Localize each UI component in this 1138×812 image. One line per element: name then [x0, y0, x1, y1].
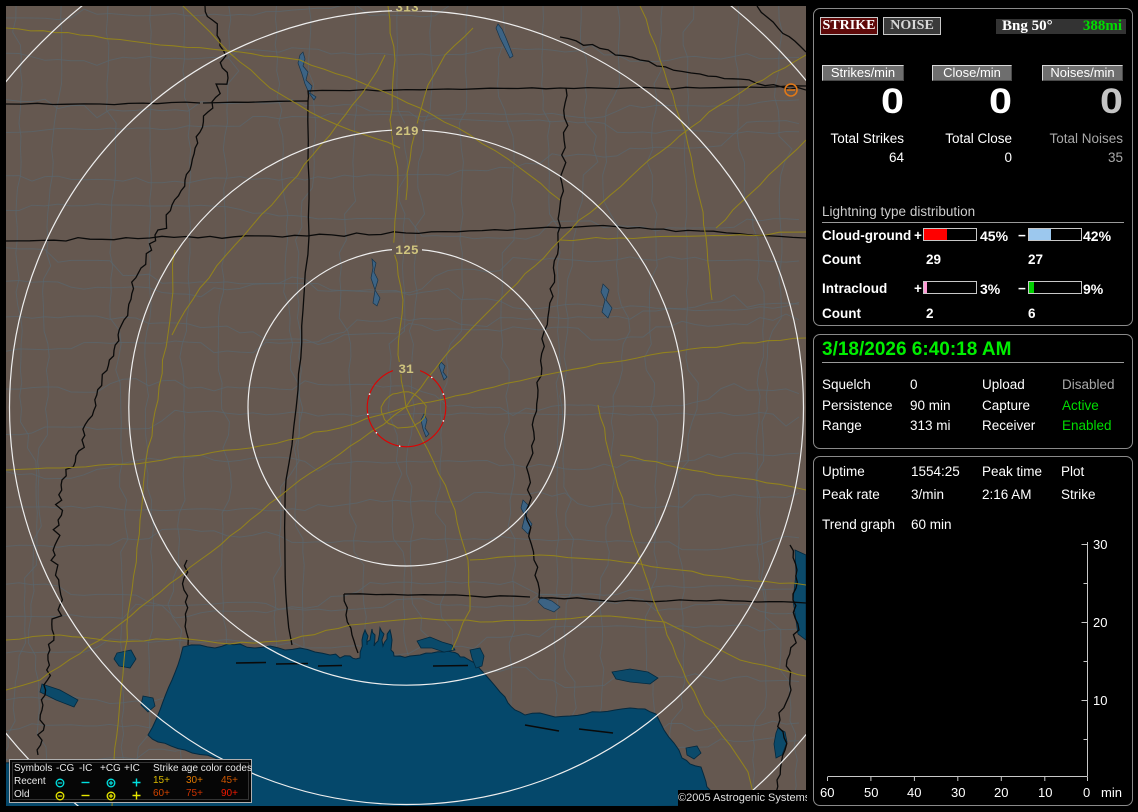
svg-text:125: 125: [395, 243, 419, 258]
svg-text:31: 31: [398, 362, 414, 377]
svg-text:10: 10: [1093, 693, 1107, 708]
svg-text:219: 219: [395, 124, 419, 139]
svg-text:60: 60: [820, 785, 834, 800]
svg-text:50: 50: [864, 785, 878, 800]
svg-text:20: 20: [1093, 615, 1107, 630]
svg-text:40: 40: [907, 785, 921, 800]
svg-text:313: 313: [395, 6, 419, 16]
svg-text:30: 30: [1093, 537, 1107, 552]
svg-text:10: 10: [1038, 785, 1052, 800]
svg-text:min: min: [1101, 785, 1122, 800]
svg-text:0: 0: [1083, 785, 1090, 800]
svg-text:30: 30: [951, 785, 965, 800]
svg-text:20: 20: [994, 785, 1008, 800]
